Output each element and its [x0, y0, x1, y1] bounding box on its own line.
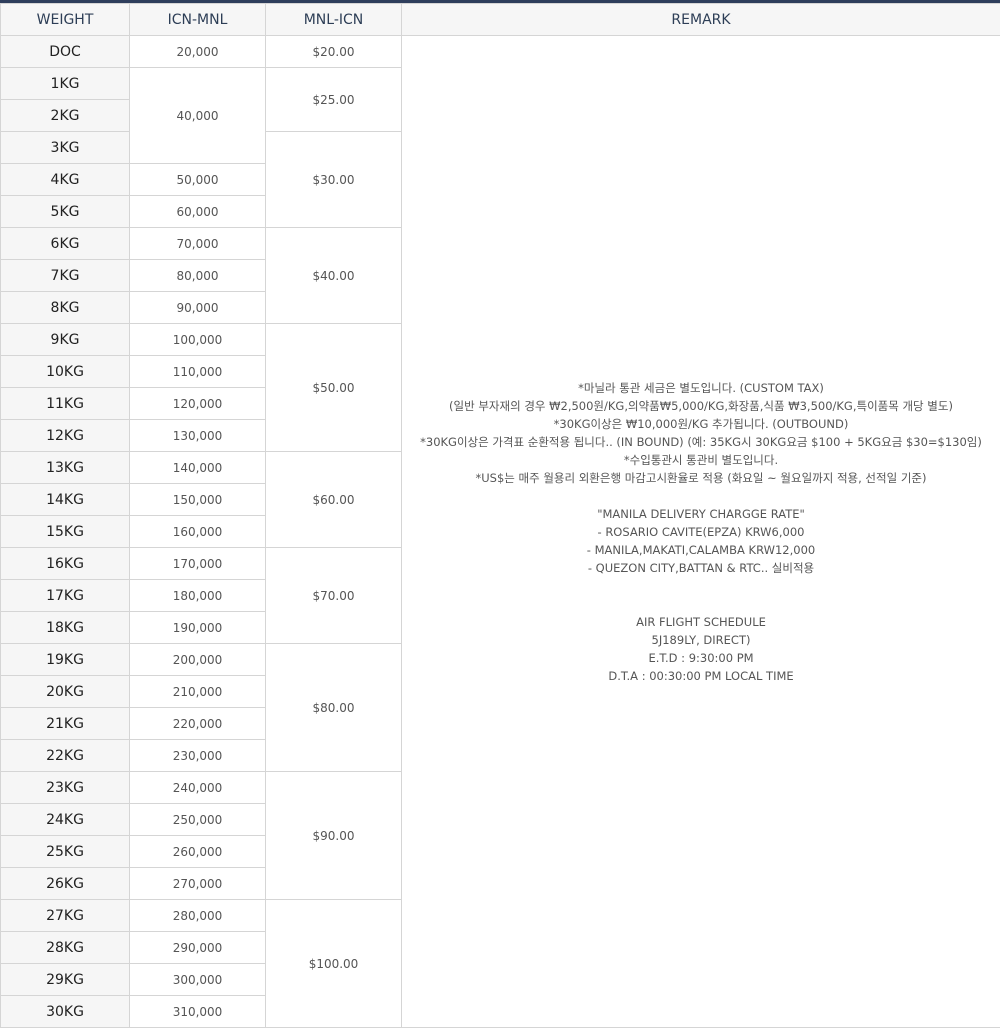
- mnl-icn-cell: $80.00: [266, 644, 402, 772]
- table-row: DOC 20,000 $20.00 *마닐라 통관 세금은 별도입니다. (CU…: [1, 36, 1000, 68]
- weight-cell: 6KG: [1, 228, 130, 260]
- icn-mnl-cell: 120,000: [130, 388, 266, 420]
- flight-schedule: AIR FLIGHT SCHEDULE 5J189LY, DIRECT) E.T…: [402, 613, 1000, 685]
- mnl-icn-cell: $60.00: [266, 452, 402, 548]
- remark-line: "MANILA DELIVERY CHARGGE RATE": [402, 505, 1000, 523]
- icn-mnl-cell: 200,000: [130, 644, 266, 676]
- weight-cell: 16KG: [1, 548, 130, 580]
- icn-mnl-cell: 210,000: [130, 676, 266, 708]
- mnl-icn-cell: $20.00: [266, 36, 402, 68]
- header-mnl-icn: MNL-ICN: [266, 4, 402, 36]
- weight-cell: DOC: [1, 36, 130, 68]
- weight-cell: 29KG: [1, 964, 130, 996]
- icn-mnl-cell: 90,000: [130, 292, 266, 324]
- weight-cell: 23KG: [1, 772, 130, 804]
- weight-cell: 9KG: [1, 324, 130, 356]
- weight-cell: 14KG: [1, 484, 130, 516]
- icn-mnl-cell: 50,000: [130, 164, 266, 196]
- delivery-rates: "MANILA DELIVERY CHARGGE RATE" - ROSARIO…: [402, 505, 1000, 577]
- weight-cell: 15KG: [1, 516, 130, 548]
- weight-cell: 12KG: [1, 420, 130, 452]
- weight-cell: 19KG: [1, 644, 130, 676]
- icn-mnl-cell: 80,000: [130, 260, 266, 292]
- weight-cell: 4KG: [1, 164, 130, 196]
- remark-line: AIR FLIGHT SCHEDULE: [402, 613, 1000, 631]
- weight-cell: 8KG: [1, 292, 130, 324]
- remark-line: *30KG이상은 ₩10,000원/KG 추가됩니다. (OUTBOUND): [402, 415, 1000, 433]
- weight-cell: 11KG: [1, 388, 130, 420]
- remark-line: *30KG이상은 가격표 순환적용 됩니다.. (IN BOUND) (예: 3…: [402, 433, 1000, 451]
- weight-cell: 27KG: [1, 900, 130, 932]
- icn-mnl-cell: 150,000: [130, 484, 266, 516]
- weight-cell: 26KG: [1, 868, 130, 900]
- remark-line: E.T.D : 9:30:00 PM: [402, 649, 1000, 667]
- mnl-icn-cell: $40.00: [266, 228, 402, 324]
- remark-line: *수입통관시 통관비 별도입니다.: [402, 451, 1000, 469]
- remark-line: - MANILA,MAKATI,CALAMBA KRW12,000: [402, 541, 1000, 559]
- icn-mnl-cell: 250,000: [130, 804, 266, 836]
- header-remark: REMARK: [402, 4, 1000, 36]
- icn-mnl-cell: 170,000: [130, 548, 266, 580]
- header-weight: WEIGHT: [1, 4, 130, 36]
- icn-mnl-cell: 230,000: [130, 740, 266, 772]
- remark-line: *US$는 매주 월용리 외환은행 마감고시환율로 적용 (화요일 ~ 월요일까…: [402, 469, 1000, 487]
- icn-mnl-cell: 130,000: [130, 420, 266, 452]
- icn-mnl-cell: 110,000: [130, 356, 266, 388]
- weight-cell: 5KG: [1, 196, 130, 228]
- weight-cell: 22KG: [1, 740, 130, 772]
- mnl-icn-cell: $25.00: [266, 68, 402, 132]
- icn-mnl-cell: 260,000: [130, 836, 266, 868]
- icn-mnl-cell: 100,000: [130, 324, 266, 356]
- weight-cell: 10KG: [1, 356, 130, 388]
- icn-mnl-cell: 220,000: [130, 708, 266, 740]
- icn-mnl-cell: 190,000: [130, 612, 266, 644]
- icn-mnl-cell: 60,000: [130, 196, 266, 228]
- icn-mnl-cell: 300,000: [130, 964, 266, 996]
- weight-cell: 28KG: [1, 932, 130, 964]
- remark-line: *마닐라 통관 세금은 별도입니다. (CUSTOM TAX): [402, 379, 1000, 397]
- remark-line: - ROSARIO CAVITE(EPZA) KRW6,000: [402, 523, 1000, 541]
- icn-mnl-cell: 310,000: [130, 996, 266, 1028]
- weight-cell: 20KG: [1, 676, 130, 708]
- mnl-icn-cell: $50.00: [266, 324, 402, 452]
- icn-mnl-cell: 180,000: [130, 580, 266, 612]
- weight-cell: 21KG: [1, 708, 130, 740]
- mnl-icn-cell: $90.00: [266, 772, 402, 900]
- weight-cell: 3KG: [1, 132, 130, 164]
- weight-cell: 30KG: [1, 996, 130, 1028]
- icn-mnl-cell: 280,000: [130, 900, 266, 932]
- mnl-icn-cell: $30.00: [266, 132, 402, 228]
- remark-line: 5J189LY, DIRECT): [402, 631, 1000, 649]
- icn-mnl-cell: 290,000: [130, 932, 266, 964]
- rate-table: WEIGHT ICN-MNL MNL-ICN REMARK DOC 20,000…: [0, 3, 1000, 1028]
- weight-cell: 24KG: [1, 804, 130, 836]
- icn-mnl-cell: 20,000: [130, 36, 266, 68]
- weight-cell: 2KG: [1, 100, 130, 132]
- icn-mnl-cell: 160,000: [130, 516, 266, 548]
- icn-mnl-cell: 70,000: [130, 228, 266, 260]
- icn-mnl-cell: 140,000: [130, 452, 266, 484]
- header-icn-mnl: ICN-MNL: [130, 4, 266, 36]
- mnl-icn-cell: $70.00: [266, 548, 402, 644]
- weight-cell: 17KG: [1, 580, 130, 612]
- weight-cell: 18KG: [1, 612, 130, 644]
- header-row: WEIGHT ICN-MNL MNL-ICN REMARK: [1, 4, 1000, 36]
- weight-cell: 25KG: [1, 836, 130, 868]
- mnl-icn-cell: $100.00: [266, 900, 402, 1028]
- remark-line: - QUEZON CITY,BATTAN & RTC.. 실비적용: [402, 559, 1000, 577]
- icn-mnl-cell: 270,000: [130, 868, 266, 900]
- icn-mnl-cell: 240,000: [130, 772, 266, 804]
- remark-line: D.T.A : 00:30:00 PM LOCAL TIME: [402, 667, 1000, 685]
- remark-cell: *마닐라 통관 세금은 별도입니다. (CUSTOM TAX) (일반 부자재의…: [402, 36, 1000, 1028]
- icn-mnl-cell: 40,000: [130, 68, 266, 164]
- remark-line: (일반 부자재의 경우 ₩2,500원/KG,의약품₩5,000/KG,화장품,…: [402, 397, 1000, 415]
- weight-cell: 1KG: [1, 68, 130, 100]
- customs-notes: *마닐라 통관 세금은 별도입니다. (CUSTOM TAX) (일반 부자재의…: [402, 379, 1000, 487]
- weight-cell: 7KG: [1, 260, 130, 292]
- weight-cell: 13KG: [1, 452, 130, 484]
